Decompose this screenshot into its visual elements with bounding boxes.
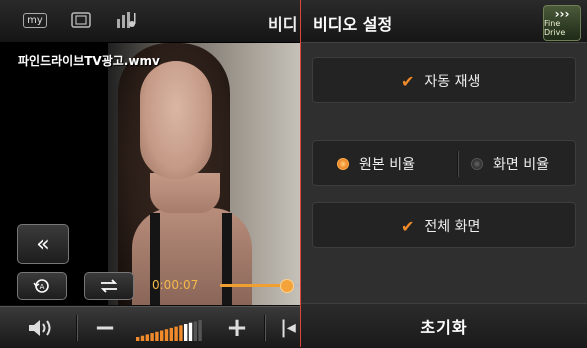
- volume-icon: [29, 319, 51, 336]
- volume-down-button[interactable]: −: [90, 307, 120, 348]
- player-bottombar: − + |◂: [0, 306, 300, 348]
- aspect-screen-radio[interactable]: 화면 비율: [471, 141, 549, 187]
- my-button[interactable]: my: [20, 6, 50, 34]
- aspect-ratio-option: 원본 비율 화면 비율: [312, 140, 576, 186]
- volume-up-button[interactable]: +: [222, 307, 252, 348]
- plus-icon: +: [226, 312, 248, 343]
- aspect-screen-label: 화면 비율: [493, 157, 549, 173]
- minus-icon: −: [94, 312, 116, 343]
- volume-button[interactable]: [20, 307, 62, 348]
- autoplay-label: 자동 재생: [424, 74, 481, 90]
- back-icon: «: [36, 231, 50, 257]
- volume-level-bar: [150, 333, 154, 341]
- check-icon: ✔: [401, 216, 415, 236]
- back-button[interactable]: «: [17, 224, 69, 264]
- fullscreen-option[interactable]: ✔ 전체 화면: [312, 202, 576, 248]
- volume-level-bar: [160, 330, 164, 341]
- volume-level-bar: [155, 331, 159, 341]
- finedrive-logo[interactable]: ››› Fine Drive: [543, 5, 581, 41]
- aspect-original-radio[interactable]: 원본 비율: [337, 141, 415, 187]
- radio-unselected-icon: [471, 158, 483, 170]
- logo-text: Fine Drive: [544, 19, 566, 37]
- volume-level-bar: [198, 320, 202, 341]
- music-icon: [117, 12, 136, 28]
- svg-text:A: A: [40, 283, 45, 291]
- swap-button[interactable]: [84, 272, 134, 300]
- player-topbar: my 비디: [0, 0, 300, 43]
- seek-thumb[interactable]: [279, 279, 294, 293]
- video-settings-panel: 비디오 설정 ››› Fine Drive ✔ 자동 재생 원본 비율 화면 비…: [301, 0, 587, 348]
- player-title: 비디: [268, 15, 298, 34]
- video-viewport[interactable]: 파인드라이브TV광고.wmv: [0, 43, 300, 305]
- video-filename: 파인드라이브TV광고.wmv: [18, 54, 160, 68]
- seek-bar[interactable]: [220, 279, 300, 293]
- repeat-icon: A: [33, 279, 49, 293]
- volume-level-bar: [174, 326, 178, 341]
- autoplay-option[interactable]: ✔ 자동 재생: [312, 57, 576, 103]
- seek-bar-fill: [220, 284, 286, 287]
- volume-level-bar: [164, 329, 169, 341]
- volume-level-bar: [145, 334, 149, 341]
- reset-button[interactable]: 초기화: [301, 303, 587, 348]
- check-icon: ✔: [401, 71, 415, 91]
- window-icon: [71, 12, 91, 28]
- radio-selected-icon: [337, 158, 349, 170]
- window-button[interactable]: [66, 6, 96, 34]
- skip-button[interactable]: |◂: [278, 307, 298, 348]
- panel-header: 비디오 설정 ››› Fine Drive: [301, 0, 587, 43]
- volume-level-bar: [188, 322, 193, 341]
- volume-level-bar: [140, 335, 145, 341]
- music-button[interactable]: [111, 6, 141, 34]
- volume-level-bar: [184, 324, 188, 341]
- skip-icon: |◂: [280, 317, 296, 338]
- volume-level-bar: [169, 327, 173, 341]
- panel-title: 비디오 설정: [313, 15, 393, 34]
- my-icon: my: [23, 12, 47, 28]
- chevrons-icon: ›››: [554, 7, 570, 21]
- aspect-original-label: 원본 비율: [359, 157, 415, 173]
- playback-time: 0:00:07: [152, 278, 199, 292]
- repeat-button[interactable]: A: [17, 272, 67, 300]
- volume-level-bar: [179, 325, 183, 341]
- volume-level: [136, 320, 202, 341]
- volume-level-bar: [136, 337, 140, 341]
- fullscreen-label: 전체 화면: [424, 219, 481, 235]
- swap-icon: [100, 279, 118, 293]
- volume-level-bar: [193, 321, 197, 341]
